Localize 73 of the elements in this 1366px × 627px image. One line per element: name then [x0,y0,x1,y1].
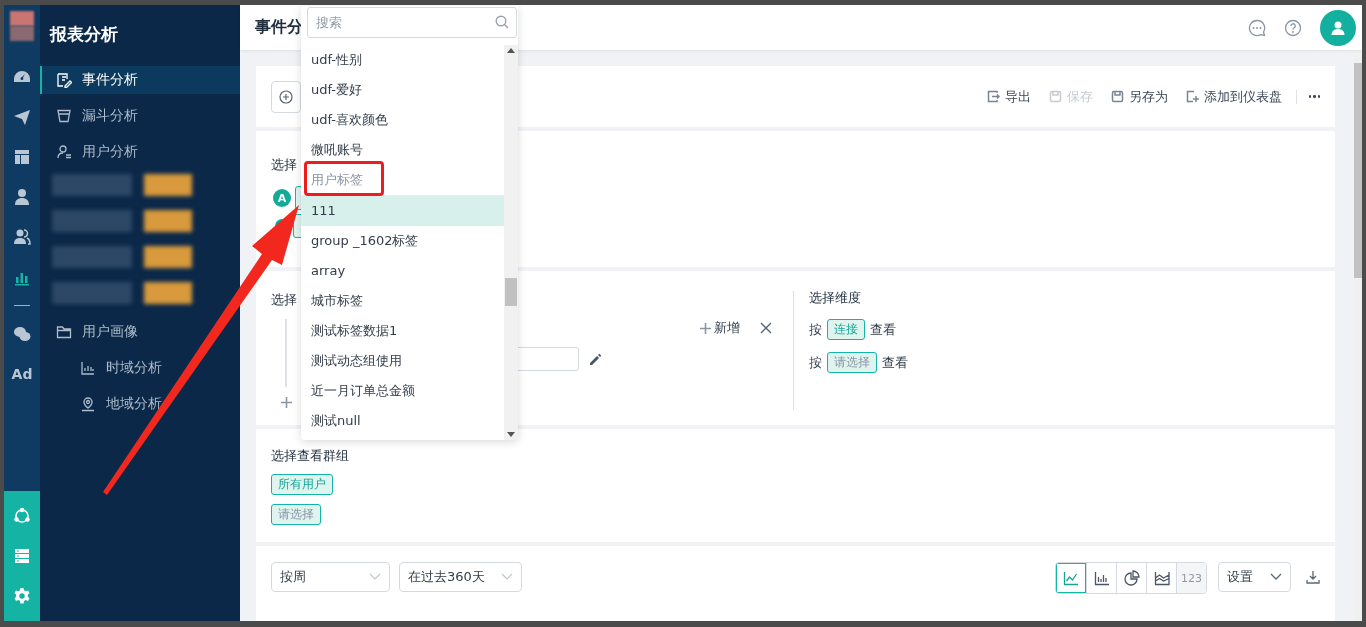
dropdown-option[interactable]: 城市标签 [301,286,504,316]
funnel-icon [56,108,72,124]
plus-icon[interactable] [281,397,292,408]
export-icon [986,90,1000,103]
section-label: 选择 [271,156,297,174]
chevron-down-icon [500,573,513,581]
scroll-up-icon[interactable] [507,48,515,53]
dropdown-option[interactable]: udf-性别 [301,45,504,75]
dropdown-option[interactable]: udf-爱好 [301,75,504,105]
sidebar-item[interactable]: 用户画像 [40,318,240,346]
edit-icon [56,72,72,88]
add-to-dashboard-icon [1185,90,1199,103]
scrollbar-thumb[interactable] [505,278,517,306]
page-title: 事件分 [255,17,303,38]
line-chart-icon [1063,570,1079,586]
dropdown-option[interactable]: array [301,256,504,286]
search-icon [495,15,509,29]
toolbar-action[interactable]: 另存为 [1110,87,1168,106]
interval-select[interactable]: 按周 [271,562,390,592]
dropdown-option[interactable]: 测试动态组使用 [301,346,504,376]
save-icon [1048,90,1062,103]
download-icon[interactable] [1306,570,1320,584]
search-field[interactable]: 搜索 [307,7,517,38]
dimension-prefix: 按 [809,320,822,339]
dropdown-option[interactable]: 测试标签数据1 [301,316,504,346]
dimension-suffix: 查看 [882,353,908,372]
folder-icon [56,324,72,340]
avatar[interactable] [1320,9,1356,46]
sidebar-item[interactable]: 事件分析 [40,66,240,94]
range-select[interactable]: 在过去360天 [399,562,522,592]
help-icon[interactable] [1284,18,1302,37]
section-label: 选择查看群组 [271,447,349,465]
toolbar-action[interactable]: 添加到仪表盘 [1185,87,1282,106]
plus-circle-icon [279,89,293,104]
sidebar-title: 报表分析 [48,23,119,46]
logo-icon [10,11,34,41]
dropdown-option[interactable]: 近一月订单总金额 [301,376,504,406]
message-icon[interactable] [1248,18,1266,37]
close-icon[interactable] [760,322,772,334]
ad-label[interactable]: Ad [11,354,33,394]
sidebar-item[interactable]: 时域分析 [40,354,240,382]
dropdown-option[interactable]: 111 [301,196,504,226]
sidebar-item[interactable]: 地域分析 [40,390,240,418]
settings-select[interactable]: 设置 [1218,562,1291,592]
user-icon [56,144,72,160]
scrollbar[interactable] [1354,55,1362,621]
scroll-down-icon[interactable] [507,432,515,437]
dropdown-option[interactable]: udf-喜欢颜色 [301,105,504,135]
section-label: 选择 [271,291,297,309]
toolbar-action[interactable]: 导出 [986,87,1031,106]
plus-icon [700,322,711,334]
area-chart-icon [1153,570,1170,586]
dropdown-option[interactable]: 测试null [301,406,504,436]
event-badge: A [273,189,291,207]
location-pin-icon [80,396,96,412]
pencil-icon[interactable] [589,352,602,366]
scrollbar[interactable] [504,45,518,440]
dimension-suffix: 查看 [870,320,896,339]
sidebar-item[interactable]: 漏斗分析 [40,102,240,130]
dropdown-option[interactable]: group _1602标签 [301,226,504,256]
more-icon[interactable] [1308,95,1320,98]
dropdown-option[interactable]: 微吼账号 [301,135,504,165]
bar-chart-icon [80,360,96,376]
chevron-down-icon [1270,573,1282,581]
scrollbar-thumb[interactable] [1354,63,1362,278]
add-link[interactable]: 新增 [700,319,740,337]
save-as-icon [1110,90,1124,103]
sidebar-item[interactable]: 用户分析 [40,138,240,166]
chevron-down-icon [369,573,381,581]
pie-chart-icon [1123,570,1140,586]
bar-chart-icon [1093,570,1110,586]
section-label: 选择维度 [809,289,861,307]
dimension-prefix: 按 [809,353,822,372]
